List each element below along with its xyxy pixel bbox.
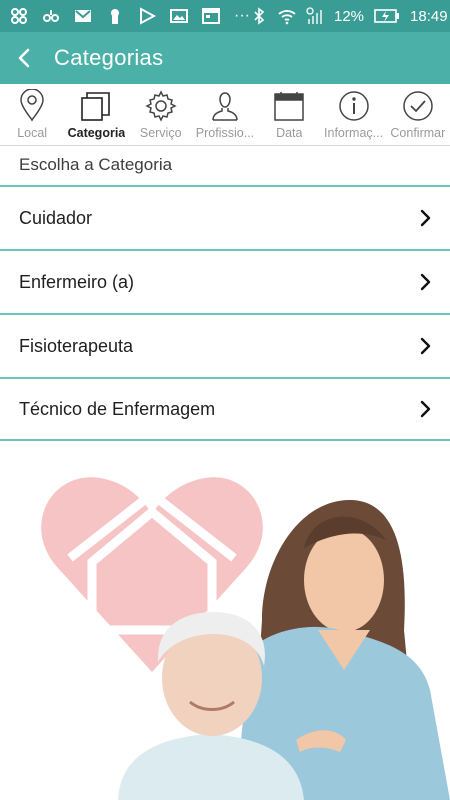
battery-charging-icon (374, 9, 400, 23)
location-pin-icon (20, 89, 44, 122)
step-profissional[interactable]: Profissio... (193, 84, 257, 145)
app-bar: Categorias (0, 32, 450, 84)
step-label: Local (17, 126, 48, 140)
notification-icons: ··· (10, 7, 250, 25)
category-label: Cuidador (19, 207, 93, 228)
step-confirmar[interactable]: Confirmar (386, 84, 450, 145)
step-label: Serviço (139, 126, 182, 140)
check-circle-icon (403, 91, 433, 121)
chevron-right-icon (420, 273, 431, 291)
chevron-right-icon (420, 400, 431, 418)
category-list: Cuidador Enfermeiro (a) Fisioterapeuta T… (0, 185, 450, 441)
step-label: Data (276, 126, 303, 140)
step-label: Profissio... (195, 126, 255, 140)
calendar-icon (274, 92, 305, 121)
chevron-right-icon (420, 209, 431, 227)
voicemail-icon (43, 10, 59, 22)
bluetooth-icon (254, 7, 265, 25)
heart-house-logo (41, 477, 450, 800)
step-label: Confirmar (390, 126, 446, 140)
category-label: Fisioterapeuta (19, 335, 134, 356)
step-categoria[interactable]: Categoria (64, 84, 128, 145)
back-button[interactable] (0, 32, 48, 84)
booking-steps: Local Categoria Serviço Profissio... Dat… (0, 84, 450, 146)
step-informacoes[interactable]: Informaç... (321, 84, 385, 145)
person-icon (212, 92, 238, 121)
step-local[interactable]: Local (0, 84, 64, 145)
section-title: Escolha a Categoria (19, 155, 173, 174)
gear-icon (145, 90, 177, 122)
clock: 18:49 (410, 7, 448, 25)
step-label: Categoria (67, 126, 126, 140)
caregiver-illustration (0, 440, 450, 800)
step-data[interactable]: Data (257, 84, 321, 145)
play-store-icon (140, 7, 156, 25)
battery-percent: 12% (333, 7, 365, 25)
system-icons: 12% 18:49 (250, 7, 448, 25)
category-item-cuidador[interactable]: Cuidador (0, 185, 450, 249)
chevron-right-icon (420, 337, 431, 355)
category-label: Técnico de Enfermagem (19, 398, 216, 419)
calendar-status-icon (202, 8, 220, 24)
category-item-fisioterapeuta[interactable]: Fisioterapeuta (0, 313, 450, 377)
categories-icon (81, 92, 111, 121)
category-item-tecnico-enfermagem[interactable]: Técnico de Enfermagem (0, 377, 450, 441)
back-arrow-icon (18, 48, 30, 68)
wifi-icon (278, 10, 296, 25)
info-icon (338, 91, 369, 121)
category-label: Enfermeiro (a) (19, 271, 135, 292)
page-title: Categorias (54, 45, 164, 70)
gmail-icon (75, 10, 91, 22)
step-servico[interactable]: Serviço (129, 84, 193, 145)
keyhole-icon (111, 9, 119, 24)
step-label: Informaç... (324, 126, 384, 140)
clover-icon (11, 8, 27, 24)
signal-icon (306, 7, 322, 24)
status-bar: ··· 12% 18:49 (0, 0, 450, 32)
more-notifications-dots: ··· (234, 7, 250, 24)
category-item-enfermeiro[interactable]: Enfermeiro (a) (0, 249, 450, 313)
image-icon (170, 9, 188, 23)
